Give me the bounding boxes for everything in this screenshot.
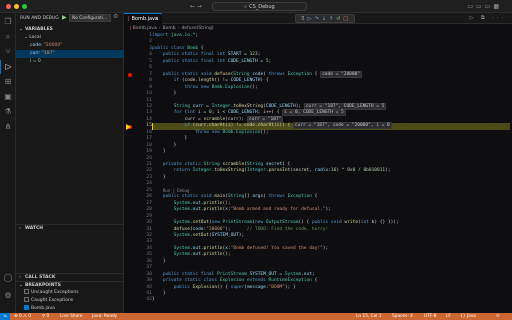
code-line[interactable]: public static final int CODE_LENGTH = 5; <box>152 59 271 65</box>
start-debugging-icon[interactable]: ▶ <box>62 14 67 21</box>
breadcrumb-class[interactable]: Bomb <box>163 26 176 31</box>
title-bar: ← → ⌕ CS_Debug ▭▭▭▦ <box>0 0 512 13</box>
watch-section-header[interactable]: › WATCH <box>16 224 124 232</box>
run-debug-icon[interactable]: ▷ <box>0 60 16 74</box>
code-line[interactable]: } <box>152 259 166 265</box>
remote-icon[interactable]: ⇋ <box>0 313 10 320</box>
stop-icon[interactable]: □ <box>343 16 349 22</box>
indentation-status[interactable]: Spaces: 4 <box>392 313 413 320</box>
breakpoint-item[interactable]: Uncaught Exceptions <box>16 289 124 297</box>
live-share-status[interactable]: Live Share <box>60 313 83 320</box>
maximize-window-button[interactable] <box>22 4 27 9</box>
code-line[interactable]: } <box>152 175 166 181</box>
step-out-icon[interactable]: ↑ <box>329 16 334 22</box>
checkbox[interactable] <box>24 289 29 294</box>
ports-status[interactable]: ⚲ 0 <box>42 313 49 320</box>
minimize-window-button[interactable] <box>14 4 19 9</box>
local-scope-row[interactable]: ⌄ Local <box>16 34 124 42</box>
drag-handle-icon[interactable]: ⠿ <box>301 16 306 22</box>
line-number[interactable]: 42 <box>138 297 152 303</box>
java-projects-icon[interactable]: ⋔ <box>0 120 16 134</box>
notifications-icon[interactable]: ⊙ <box>496 313 500 320</box>
files-icon[interactable]: ❐ <box>0 15 16 29</box>
breadcrumb-method[interactable]: defuse(String) <box>181 26 213 31</box>
chevron-right-icon: › <box>177 26 180 31</box>
encoding-status[interactable]: UTF-8 <box>424 313 437 320</box>
checkbox[interactable] <box>24 297 29 302</box>
status-bar: ⇋ ⊗ 0 ⚠ 0 ⚲ 0 Live Share Java: Ready Ln … <box>0 313 512 320</box>
launch-config-select[interactable]: No Configurati... <box>69 14 111 22</box>
local-scope-label: Local <box>29 35 41 40</box>
code-line[interactable]: public Explosion() { super(message:"BOOM… <box>152 285 296 291</box>
activity-bar: ❐ ⌕ ⑂ ▷ ⊞ ▣ ⚗ ⋔ ◯ ⚙ <box>0 13 16 313</box>
close-window-button[interactable] <box>6 4 11 9</box>
tab-bomb-java[interactable]: J Bomb.java × <box>124 13 162 24</box>
code-line[interactable]: System.setOut(SYSTEM_OUT); <box>152 233 244 239</box>
layout-controls[interactable]: ▭▭▭▦ <box>467 3 502 10</box>
chevron-right-icon: › <box>158 26 161 31</box>
nav-arrows-icon[interactable]: ← → <box>190 3 202 10</box>
step-into-icon[interactable]: ↓ <box>322 16 327 22</box>
code-line[interactable]: } <box>152 91 177 97</box>
breakpoints-section-header[interactable]: ⌄ BREAKPOINTS <box>16 281 124 289</box>
variable-row[interactable]: curr: "187" <box>16 50 124 58</box>
eol-status[interactable]: LF <box>446 313 451 320</box>
execution-pointer-icon <box>126 123 131 130</box>
sidebar-title: RUN AND DEBUG <box>20 16 59 21</box>
breakpoint-item[interactable]: Caught Exceptions <box>16 297 124 305</box>
variable-row[interactable]: code: "20000" <box>16 42 124 50</box>
remote-explorer-icon[interactable]: ▣ <box>0 90 16 104</box>
code-line[interactable]: } <box>152 149 166 155</box>
line-gutter[interactable]: 1 2 3 4 5 6 7 8 9 10 11 12 13 14 15 16 17 18 19 20 21 22 23 24 2… <box>124 33 152 305</box>
restart-icon[interactable]: ↺ <box>336 16 341 22</box>
code-editor[interactable]: import java.io.*; public class Bomb { pub… <box>152 33 510 305</box>
run-debug-sidebar: RUN AND DEBUG ▶ No Configurati... ⚙ ⌄ VAR… <box>16 13 124 313</box>
search-icon: ⌕ <box>244 4 248 10</box>
code-line[interactable]: import java.io.*; <box>152 33 198 39</box>
problems-status[interactable]: ⊗ 0 ⚠ 0 <box>14 313 31 320</box>
editor-area: J Bomb.java × ⠿ ▷ ↷ ↓ ↑ ↺ □ ▷ ⧉ ··· J Bomb.java… <box>124 13 512 313</box>
command-center[interactable]: ⌕ CS_Debug <box>212 2 307 11</box>
breakpoint-icon[interactable] <box>128 72 132 77</box>
step-over-icon[interactable]: ↷ <box>314 16 319 22</box>
continue-icon[interactable]: ▷ <box>308 16 313 22</box>
gear-icon[interactable]: ⚙ <box>113 13 118 20</box>
settings-icon[interactable]: ⚙ <box>0 289 16 303</box>
language-mode[interactable]: {} Java <box>460 313 476 320</box>
checkbox[interactable] <box>24 305 29 310</box>
close-icon[interactable]: × <box>155 14 159 24</box>
code-line[interactable]: return Integer.toHexString(Integer.parse… <box>152 168 391 174</box>
java-file-icon: J <box>128 16 130 22</box>
debug-toolbar: ⠿ ▷ ↷ ↓ ↑ ↺ □ <box>295 14 355 23</box>
breakpoint-item[interactable]: Bomb.java <box>16 305 124 313</box>
search-icon[interactable]: ⌕ <box>0 30 16 44</box>
window-title: CS_Debug <box>249 4 275 10</box>
editor-actions[interactable]: ▷ ⧉ ··· <box>470 15 506 21</box>
tab-bar: J Bomb.java × ⠿ ▷ ↷ ↓ ↑ ↺ □ ▷ ⧉ ··· <box>124 13 512 24</box>
extensions-icon[interactable]: ⊞ <box>0 75 16 89</box>
code-line[interactable]: System.out.println(x:"Bomb armed and rea… <box>152 207 331 213</box>
variable-row[interactable]: i = 0 <box>16 58 124 66</box>
cursor-position[interactable]: Ln 15, Col 1 <box>356 313 382 320</box>
breadcrumb-file[interactable]: Bomb.java <box>133 26 157 31</box>
breadcrumb: J Bomb.java › Bomb › defuse(String) <box>130 26 214 31</box>
callstack-section-header[interactable]: › CALL STACK <box>16 273 124 281</box>
java-status[interactable]: Java: Ready <box>92 313 117 320</box>
variables-section-header[interactable]: ⌄ VARIABLES <box>16 26 124 34</box>
testing-icon[interactable]: ⚗ <box>0 105 16 119</box>
accounts-icon[interactable]: ◯ <box>0 271 16 285</box>
code-line[interactable]: } <box>152 297 155 303</box>
source-control-icon[interactable]: ⑂ <box>0 45 16 59</box>
